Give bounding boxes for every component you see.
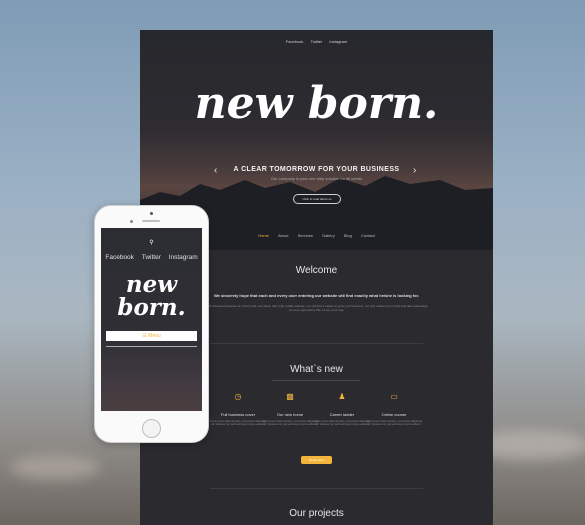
phone-camera	[150, 212, 153, 215]
feature-title: Career ladder	[329, 412, 355, 417]
feature-text: Lorem ipsum dolor sit amet, consectetur …	[365, 420, 423, 426]
site-logo[interactable]: new born.	[140, 78, 493, 129]
hero-subtitle: Our company is your one step solution fo…	[270, 176, 363, 181]
feature-card: ◷ Full business cover Lorem ipsum dolor …	[208, 392, 268, 426]
divider	[106, 346, 197, 347]
social-link-twitter[interactable]: Twitter	[142, 254, 161, 261]
feature-title: Our new home	[276, 412, 304, 417]
hero-tagline: A CLEAR TOMORROW FOR YOUR BUSINESS	[233, 166, 400, 173]
nav-item-home[interactable]: Home	[258, 233, 269, 238]
hero-button[interactable]: Click to read about us	[293, 194, 341, 204]
feature-text: Lorem ipsum dolor sit amet, consectetur …	[313, 420, 371, 426]
menu-label: Menu	[148, 333, 161, 339]
phone-mockup: ⚲ Facebook Twitter Instagram new born. ☰…	[94, 205, 209, 443]
welcome-text: With advanced features of a fresh and ne…	[205, 304, 428, 312]
nav-item-services[interactable]: Services	[298, 233, 313, 238]
nav-item-blog[interactable]: Blog	[344, 233, 352, 238]
social-link-twitter[interactable]: Twitter	[311, 39, 323, 44]
social-link-instagram[interactable]: Instagram	[169, 254, 198, 261]
phone-logo-line2: born.	[117, 294, 186, 321]
clock-icon: ◷	[234, 392, 242, 401]
phone-logo[interactable]: new born.	[101, 273, 202, 319]
book-icon: ▩	[286, 392, 294, 401]
feature-card: ♟ Career ladder Lorem ipsum dolor sit am…	[312, 392, 372, 426]
menu-icon: ☰	[142, 333, 147, 339]
feature-card: ▩ Our new home Lorem ipsum dolor sit ame…	[260, 392, 320, 426]
projects-section: Our projects	[140, 508, 493, 519]
monitor-icon: ▭	[390, 392, 398, 401]
feature-card: ▭ Online course Lorem ipsum dolor sit am…	[364, 392, 424, 426]
nav-item-contact[interactable]: Contact	[361, 233, 375, 238]
phone-sensor	[130, 220, 133, 223]
nav-item-gallery[interactable]: Gallery	[322, 233, 335, 238]
cloud	[10, 455, 100, 480]
feature-text: Lorem ipsum dolor sit amet, consectetur …	[261, 420, 319, 426]
divider	[210, 488, 423, 489]
phone-logo-line1: new	[125, 271, 178, 298]
social-link-instagram[interactable]: Instagram	[329, 39, 347, 44]
social-link-facebook[interactable]: Facebook	[105, 254, 134, 261]
projects-title: Our projects	[289, 508, 344, 519]
read-more-button[interactable]: Read more	[301, 456, 332, 464]
title-underline	[272, 380, 360, 381]
phone-screen: ⚲ Facebook Twitter Instagram new born. ☰…	[101, 228, 202, 411]
welcome-lead: We sincerely hope that each and every us…	[213, 293, 420, 298]
home-button[interactable]	[142, 419, 161, 438]
person-icon: ♟	[338, 392, 346, 401]
phone-social-nav: Facebook Twitter Instagram	[101, 254, 202, 261]
phone-speaker	[142, 220, 160, 222]
social-nav: Facebook Twitter Instagram	[140, 39, 493, 44]
search-icon[interactable]: ⚲	[101, 239, 202, 246]
menu-button[interactable]: ☰ Menu	[106, 331, 197, 341]
feature-title: Online course	[381, 412, 407, 417]
feature-text: Lorem ipsum dolor sit amet, consectetur …	[209, 420, 267, 426]
nav-item-about[interactable]: About	[278, 233, 288, 238]
feature-title: Full business cover	[220, 412, 256, 417]
divider	[210, 343, 423, 344]
social-link-facebook[interactable]: Facebook	[286, 39, 304, 44]
